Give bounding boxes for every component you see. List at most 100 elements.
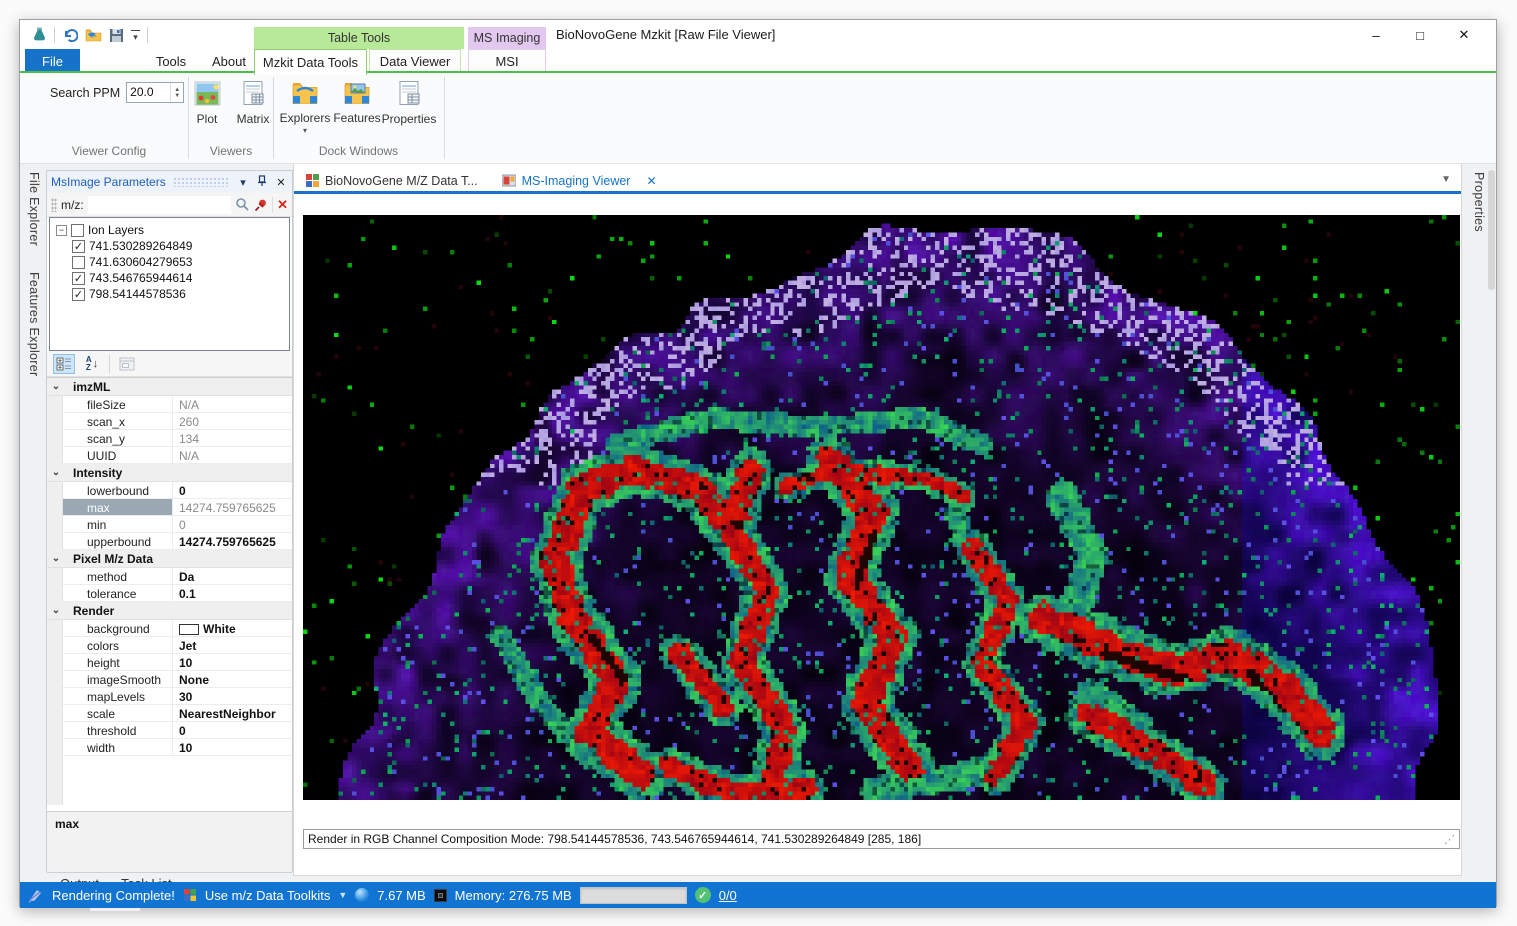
minimize-button[interactable]: – [1354,22,1398,48]
ion-layers-root[interactable]: − Ion Layers [56,222,289,238]
explorers-icon [291,80,319,106]
divider [444,77,445,159]
property-row[interactable]: methodDa [63,568,292,585]
property-row[interactable]: height10 [63,654,292,671]
close-button[interactable]: ✕ [1442,22,1486,48]
mz-data-tab-icon [306,174,319,187]
pin-mz-icon[interactable] [254,198,268,212]
ms-image-canvas[interactable] [303,215,1460,800]
cache-size-icon [355,888,369,902]
tab-data-viewer[interactable]: Data Viewer [369,49,461,73]
toolkit-icon [183,888,197,902]
toolbar-overflow-icon[interactable]: ▾ [131,30,140,41]
ion-layer-checkbox[interactable]: ✓ [72,240,85,253]
panel-header[interactable]: MsImage Parameters ▾ ✕ [47,171,292,193]
sidebar-tab-properties[interactable]: Properties [1472,172,1486,232]
plot-button[interactable]: Plot [182,80,232,126]
ms-image-viewport[interactable] [303,215,1460,800]
property-row[interactable]: upperbound14274.759765625 [63,533,292,550]
features-button[interactable]: Features [332,80,382,125]
property-value: 0 [173,516,292,532]
window-controls: – □ ✕ [1354,22,1486,48]
chevron-down-icon: ⌄ [49,553,63,564]
open-folder-icon[interactable] [85,28,102,42]
property-label: scan_x [63,413,173,429]
save-icon[interactable] [109,28,124,43]
property-row[interactable]: scan_x260 [63,413,292,430]
ion-layers-root-checkbox[interactable] [71,224,84,237]
ion-layer-checkbox[interactable] [72,256,85,269]
property-row[interactable]: fileSizeN/A [63,396,292,413]
panel-menu-icon[interactable]: ▾ [236,176,250,189]
divider [54,27,55,43]
ion-layer-item[interactable]: ✓741.530289264849 [56,238,289,254]
property-category[interactable]: ⌄Pixel M/z Data [47,550,292,568]
properties-button[interactable]: Properties [384,80,434,126]
property-category[interactable]: ⌄imzML [47,378,292,396]
property-row[interactable]: threshold0 [63,722,292,739]
tab-list-dropdown-icon[interactable]: ▼ [1441,174,1451,185]
mz-search-input[interactable] [88,196,231,214]
search-ppm-value: 20.0 [127,83,170,102]
search-ppm-input[interactable]: 20.0 ▲▼ [126,82,184,103]
property-row[interactable]: backgroundWhite [63,620,292,637]
property-label: min [63,516,173,532]
app-flask-icon [32,27,47,43]
divider [109,355,110,373]
property-label: max [63,499,173,515]
panel-close-icon[interactable]: ✕ [274,176,288,189]
clear-search-icon[interactable]: ✕ [277,197,288,213]
categorized-view-button[interactable] [53,354,75,374]
doc-tab-ms-imaging-viewer[interactable]: MS-Imaging Viewer ✕ [490,169,669,193]
tab-mzkit-data-tools[interactable]: Mzkit Data Tools [254,49,367,75]
property-row[interactable]: colorsJet [63,637,292,654]
toolkit-menu[interactable]: Use m/z Data Toolkits [205,888,330,903]
window-title: BioNovoGene Mzkit [Raw File Viewer] [556,27,775,42]
explorers-button[interactable]: Explorers ▾ [280,80,330,133]
tab-msi[interactable]: MSI [468,49,546,73]
property-row[interactable]: width10 [63,739,292,756]
maximize-button[interactable]: □ [1398,22,1442,48]
doc-tab-close-icon[interactable]: ✕ [646,174,656,188]
ion-layer-checkbox[interactable]: ✓ [72,288,85,301]
property-row[interactable]: min0 [63,516,292,533]
tab-about[interactable]: About [202,49,256,73]
property-label: mapLevels [63,688,173,704]
undo-icon[interactable] [62,28,78,43]
sidebar-tab-file-explorer[interactable]: File Explorer [27,172,41,246]
tab-file[interactable]: File [25,49,80,73]
ion-layer-item[interactable]: 741.630604279653 [56,254,289,270]
matrix-button[interactable]: Matrix [228,80,278,126]
ion-layer-item[interactable]: ✓798.54144578536 [56,286,289,302]
resize-grip-icon[interactable]: ⋰ [1444,833,1455,846]
property-row[interactable]: max14274.759765625 [63,499,292,516]
group-dock-windows: Dock Windows [273,144,444,158]
property-row[interactable]: lowerbound0 [63,482,292,499]
property-row[interactable]: scan_y134 [63,430,292,447]
property-value: 10 [173,654,292,670]
property-label: scale [63,705,173,721]
doc-tab-mz-data[interactable]: BioNovoGene M/Z Data T... [294,169,490,193]
document-tab-strip: BioNovoGene M/Z Data T... MS-Imaging Vie… [294,170,1461,194]
toolkit-dropdown-icon[interactable]: ▼ [338,890,347,900]
quick-access-toolbar: ▾ [32,25,148,45]
tab-tools[interactable]: Tools [146,49,196,73]
pin-icon[interactable] [255,175,269,190]
search-icon[interactable] [235,197,250,212]
sidebar-tab-features-explorer[interactable]: Features Explorer [27,272,41,376]
task-count-link[interactable]: 0/0 [719,888,737,903]
tree-collapse-icon[interactable]: − [56,225,67,236]
property-category[interactable]: ⌄Render [47,602,292,620]
ion-layer-item[interactable]: ✓743.546765944614 [56,270,289,286]
property-row[interactable]: scaleNearestNeighbor [63,705,292,722]
property-row[interactable]: imageSmoothNone [63,671,292,688]
ion-layer-checkbox[interactable]: ✓ [72,272,85,285]
property-row[interactable]: mapLevels30 [63,688,292,705]
property-category[interactable]: ⌄Intensity [47,464,292,482]
alphabetical-sort-button[interactable]: AZ↓ [81,354,103,374]
panel-header-texture [173,177,229,187]
explorers-dropdown-icon[interactable]: ▾ [303,128,307,133]
right-scrollbar[interactable] [1488,170,1495,290]
property-row[interactable]: UUIDN/A [63,447,292,464]
property-row[interactable]: tolerance0.1 [63,585,292,602]
